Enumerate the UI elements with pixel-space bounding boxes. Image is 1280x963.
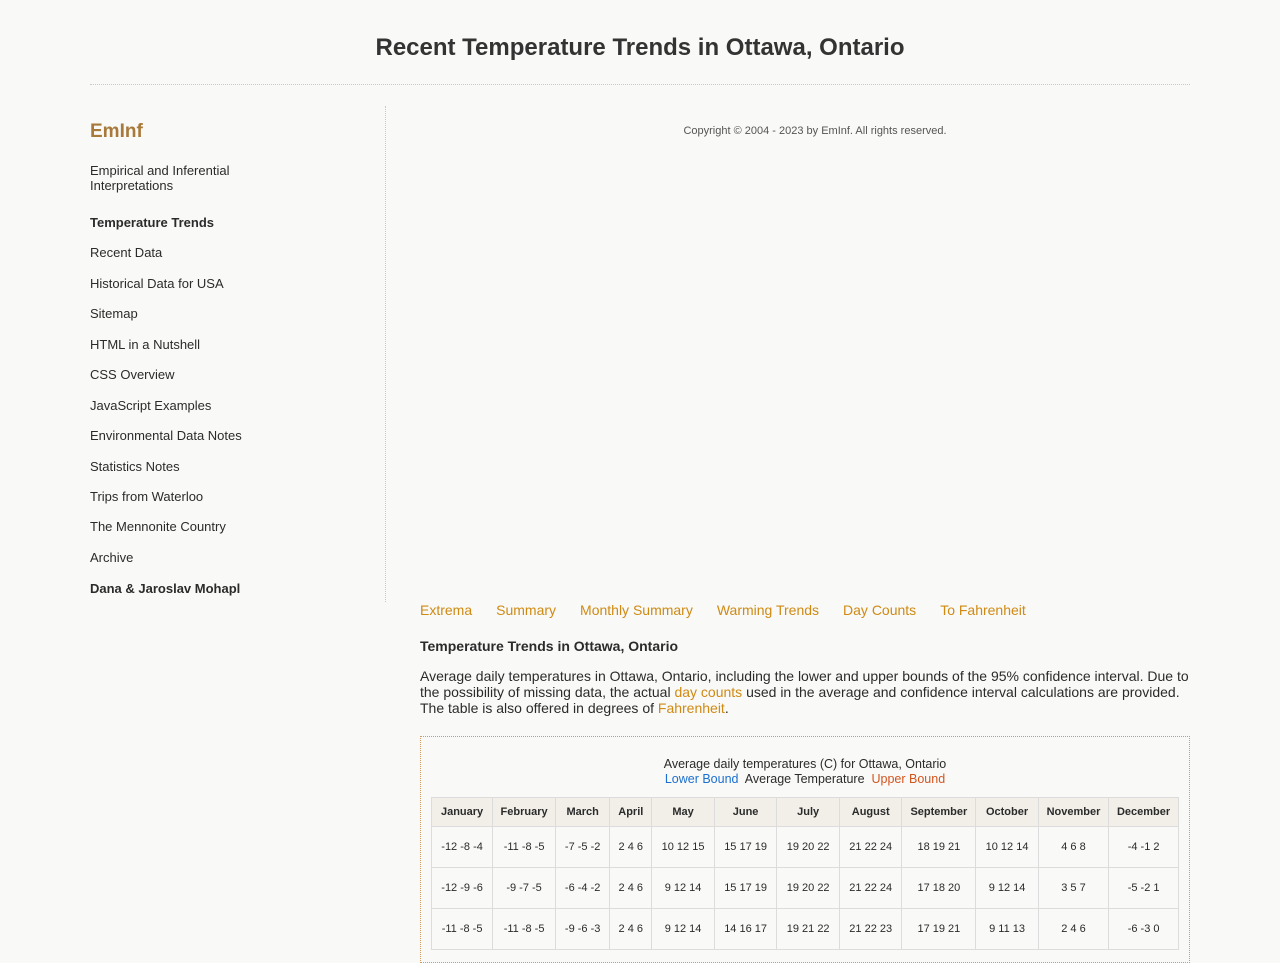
table-cell: 17 19 21 xyxy=(901,908,977,950)
column-header: February xyxy=(492,797,556,827)
sidebar-item[interactable]: HTML in a Nutshell xyxy=(90,337,270,352)
table-cell: 21 22 24 xyxy=(838,826,903,868)
table-row: -12 -9 -6 -9 -7 -5 -6 -4 -2 2 4 69 12 14 15 … xyxy=(430,867,1179,909)
section-title: Temperature Trends in Ottawa, Ontario xyxy=(420,638,679,654)
legend-average: Average Temperature xyxy=(744,772,865,786)
tab-link[interactable]: Monthly Summary xyxy=(580,602,693,618)
sidebar-item[interactable]: Statistics Notes xyxy=(90,459,270,474)
column-header: March xyxy=(554,797,611,827)
tab-link[interactable]: Warming Trends xyxy=(717,602,819,618)
section-tabs: Extrema Summary Monthly Summary Warming Tre… xyxy=(420,602,1050,620)
sidebar-item[interactable]: Temperature Trends xyxy=(90,215,270,230)
table-cell: 15 17 19 xyxy=(713,867,778,909)
table-cell: -11 -8 -5 xyxy=(492,826,556,868)
sidebar-item[interactable]: Environmental Data Notes xyxy=(90,428,270,443)
sidebar-item[interactable]: Empirical and Inferential Interpretation… xyxy=(90,163,270,193)
table-cell: 9 12 14 xyxy=(651,867,715,909)
column-header: August xyxy=(838,797,903,827)
sidebar-item[interactable]: The Mennonite Country xyxy=(90,519,270,534)
column-header: December xyxy=(1108,797,1179,827)
table-cell: -6 -3 0 xyxy=(1108,908,1179,950)
table-cell: -7 -5 -2 xyxy=(554,826,611,868)
table-cell: -9 -6 -3 xyxy=(554,908,611,950)
table-cell: 2 4 6 xyxy=(1037,908,1110,950)
table-cell: 9 12 14 xyxy=(975,867,1039,909)
tab-link[interactable]: Extrema xyxy=(420,602,472,618)
table-cell: 4 6 8 xyxy=(1037,826,1110,868)
brand-logo[interactable]: EmInf xyxy=(90,121,143,143)
sidebar: EmInf Empirical and Inferential Interpre… xyxy=(90,106,386,602)
table-cell: -11 -8 -5 xyxy=(430,908,494,950)
table-cell: 19 21 22 xyxy=(776,908,840,950)
table-header-row: January February March April May June July Augu… xyxy=(430,797,1179,827)
table-row: -12 -8 -4 -11 -8 -5 -7 -5 -2 2 4 6 10 12 15 1… xyxy=(430,826,1179,868)
table-row: -11 -8 -5 -11 -8 -5 -9 -6 -3 2 4 69 12 14 14… xyxy=(430,908,1179,950)
fahrenheit-link[interactable]: Fahrenheit xyxy=(658,700,725,716)
temperature-table: January February March April May June July Augu… xyxy=(430,797,1179,950)
column-header: September xyxy=(901,797,977,827)
table-cell: 2 4 6 xyxy=(609,908,653,950)
column-header: January xyxy=(430,797,494,827)
intro-text-3: . xyxy=(724,700,729,716)
sidebar-item[interactable]: Trips from Waterloo xyxy=(90,489,270,504)
column-header: May xyxy=(651,797,715,827)
table-cell: 10 12 14 xyxy=(975,826,1039,868)
temperature-table-box: Average daily temperatures (C) for Ottaw… xyxy=(420,736,1190,963)
tab-link[interactable]: Summary xyxy=(496,602,556,618)
tab-link[interactable]: Day Counts xyxy=(843,602,916,618)
legend-lower-bound: Lower Bound xyxy=(664,772,739,786)
table-cell: 21 22 24 xyxy=(838,867,903,909)
page-title: Recent Temperature Trends in Ottawa, Ont… xyxy=(375,34,905,61)
table-cell: 14 16 17 xyxy=(713,908,778,950)
table-caption: Average daily temperatures (C) for Ottaw… xyxy=(421,757,1189,787)
sidebar-item[interactable]: Recent Data xyxy=(90,245,270,260)
column-header: October xyxy=(975,797,1039,827)
column-header: July xyxy=(776,797,840,827)
column-header: April xyxy=(609,797,653,827)
table-cell: 19 20 22 xyxy=(776,867,840,909)
column-header: June xyxy=(713,797,778,827)
table-cell: 21 22 23 xyxy=(838,908,903,950)
table-caption-title: Average daily temperatures (C) for Ottaw… xyxy=(663,757,947,771)
table-cell: -5 -2 1 xyxy=(1108,867,1179,909)
sidebar-item[interactable]: Historical Data for USA xyxy=(90,276,270,291)
table-cell: -4 -1 2 xyxy=(1108,826,1179,868)
sidebar-item[interactable]: JavaScript Examples xyxy=(90,398,270,413)
intro-paragraph: Average daily temperatures in Ottawa, On… xyxy=(420,668,1192,716)
legend-upper-bound: Upper Bound xyxy=(871,772,946,786)
sidebar-item[interactable]: Archive xyxy=(90,550,270,565)
table-cell: 9 12 14 xyxy=(651,908,715,950)
column-header: November xyxy=(1037,797,1110,827)
table-cell: -9 -7 -5 xyxy=(492,867,556,909)
copyright-text: Copyright © 2004 - 2023 by EmInf. All ri… xyxy=(683,125,947,137)
table-cell: 10 12 15 xyxy=(651,826,715,868)
table-cell: 18 19 21 xyxy=(901,826,977,868)
sidebar-item[interactable]: Sitemap xyxy=(90,306,270,321)
sidebar-item[interactable]: CSS Overview xyxy=(90,367,270,382)
table-cell: 19 20 22 xyxy=(776,826,840,868)
table-cell: -12 -8 -4 xyxy=(430,826,494,868)
page-header: Recent Temperature Trends in Ottawa, Ont… xyxy=(90,0,1190,85)
table-cell: 15 17 19 xyxy=(713,826,778,868)
table-cell: 2 4 6 xyxy=(609,826,653,868)
table-cell: 2 4 6 xyxy=(609,867,653,909)
day-counts-link[interactable]: day counts xyxy=(674,684,742,700)
table-cell: 17 18 20 xyxy=(901,867,977,909)
table-cell: 9 11 13 xyxy=(975,908,1039,950)
table-cell: -12 -9 -6 xyxy=(430,867,494,909)
table-legend: Lower Bound Average Temperature Upper Bo… xyxy=(421,772,1189,787)
table-cell: 3 5 7 xyxy=(1037,867,1110,909)
table-cell: -11 -8 -5 xyxy=(492,908,556,950)
sidebar-item[interactable]: Dana & Jaroslav Mohapl xyxy=(90,581,270,596)
table-cell: -6 -4 -2 xyxy=(554,867,611,909)
tab-link[interactable]: To Fahrenheit xyxy=(940,602,1026,618)
